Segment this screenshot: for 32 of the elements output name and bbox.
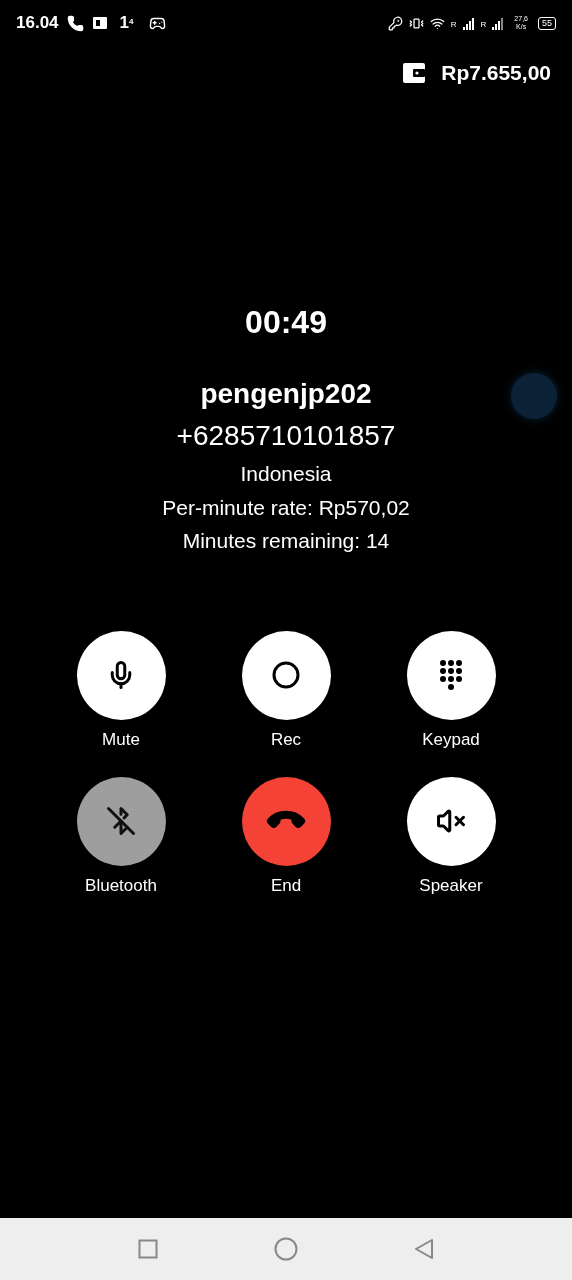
key-icon	[387, 15, 403, 31]
back-icon[interactable]	[414, 1238, 434, 1260]
signal-icon	[492, 16, 505, 30]
wallet-icon	[403, 62, 426, 83]
balance-amount: Rp7.655,00	[441, 60, 551, 86]
home-icon[interactable]	[274, 1237, 298, 1261]
contact-name: pengenjp202	[200, 376, 372, 411]
call-timer: 00:49	[245, 302, 327, 342]
control-label: End	[270, 874, 302, 897]
app-icon	[91, 15, 108, 31]
control-label: Mute	[102, 728, 140, 751]
battery-indicator: 55	[538, 16, 556, 30]
vibrate-icon	[408, 15, 424, 31]
sim-indicator: 1$^{4}$	[119, 12, 134, 35]
signal-icon	[462, 16, 475, 30]
control-label: Keypad	[422, 728, 480, 751]
country-label: Indonesia	[240, 460, 332, 487]
status-time: 16.04	[16, 12, 59, 35]
wifi-icon	[429, 15, 445, 31]
roaming-label: R	[480, 19, 487, 31]
control-label: Speaker	[419, 874, 483, 897]
phone-number: +6285710101857	[176, 418, 396, 453]
control-label: Rec	[270, 728, 302, 751]
recents-icon[interactable]	[138, 1239, 158, 1259]
rate-label: Per-minute rate: Rp570,02	[162, 494, 410, 521]
bluetooth-off-icon	[106, 806, 136, 836]
phone-icon	[66, 14, 84, 32]
record-icon	[271, 660, 301, 690]
roaming-label: R	[450, 19, 457, 31]
control-label: Bluetooth	[85, 874, 157, 897]
minutes-remaining: Minutes remaining: 14	[182, 527, 390, 554]
floating-bubble	[511, 373, 557, 419]
